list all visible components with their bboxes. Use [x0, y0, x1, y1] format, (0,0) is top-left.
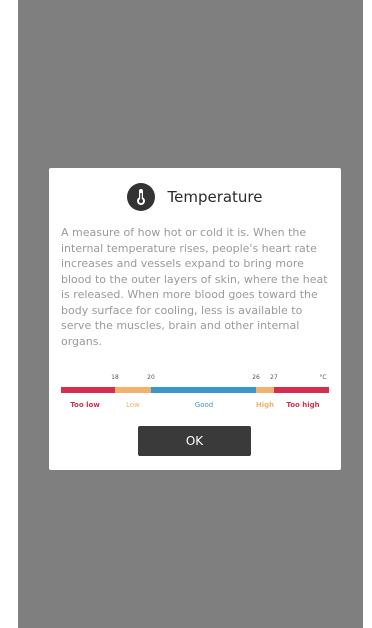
temperature-info-dialog: Temperature A measure of how hot or cold…: [49, 168, 341, 470]
scale-unit: °C: [319, 374, 327, 381]
dialog-header: Temperature: [49, 182, 341, 212]
thermometer-icon: [127, 183, 156, 211]
scale-segment-good: [151, 387, 256, 393]
ok-button[interactable]: OK: [138, 426, 251, 456]
scale-tick-20: 20: [147, 374, 155, 381]
scale-segment-too-low: [61, 387, 115, 393]
band-label-good: Good: [194, 401, 214, 409]
band-label-high: High: [255, 401, 275, 409]
band-label-too-high: Too high: [286, 401, 320, 409]
dialog-title: Temperature: [167, 188, 263, 206]
scale-segment-high: [256, 387, 274, 393]
scale-tick-26: 26: [252, 374, 260, 381]
band-label-too-low: Too low: [70, 401, 100, 409]
temperature-scale: 18 20 26 27 °C Too low Low Good High Too…: [61, 374, 329, 414]
scale-segment-low: [115, 387, 151, 393]
band-label-low: Low: [126, 401, 140, 409]
temperature-description: A measure of how hot or cold it is. When…: [61, 226, 328, 348]
scale-tick-27: 27: [270, 374, 278, 381]
scale-tick-18: 18: [111, 374, 119, 381]
scale-segment-too-high: [274, 387, 329, 393]
